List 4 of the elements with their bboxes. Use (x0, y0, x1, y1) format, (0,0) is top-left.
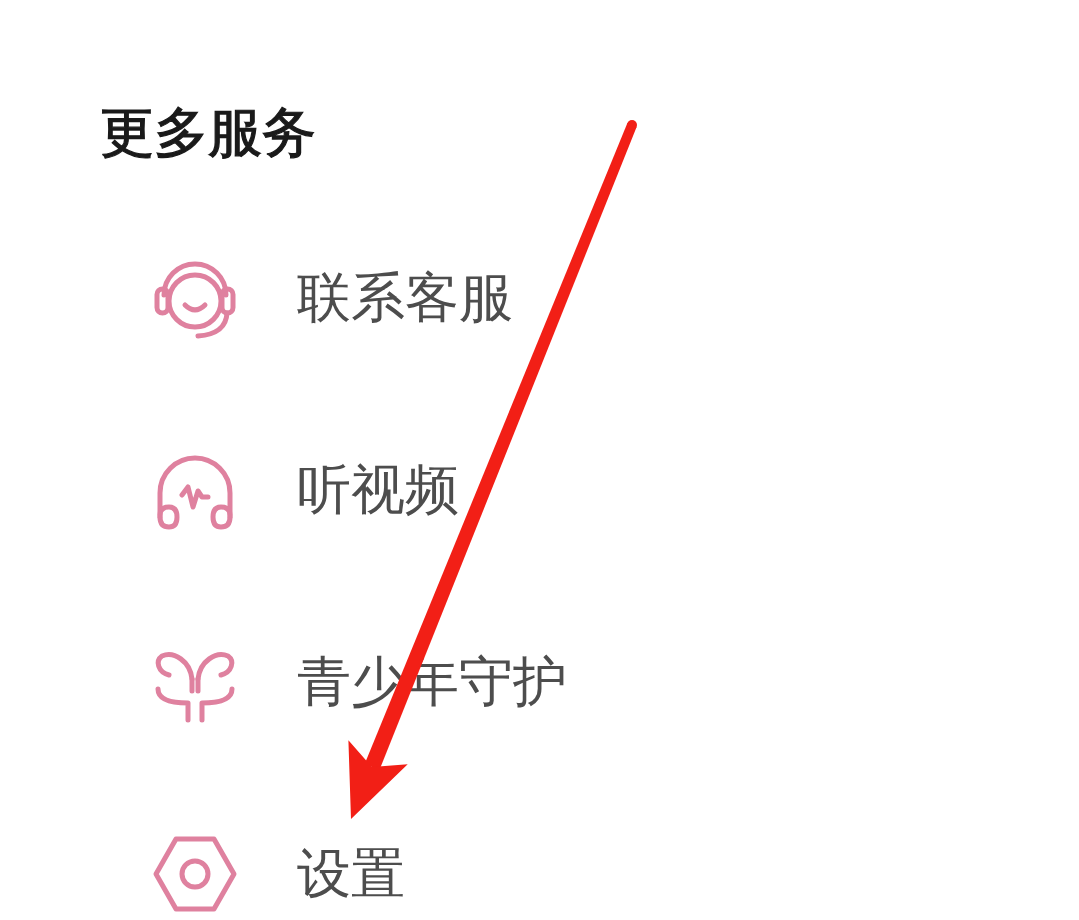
menu-item[interactable]: 设置 (152, 831, 405, 917)
section-title: 更多服务 (100, 100, 316, 166)
menu-item[interactable]: 听视频 (152, 447, 459, 533)
menu-item[interactable]: 联系客服 (152, 255, 513, 341)
